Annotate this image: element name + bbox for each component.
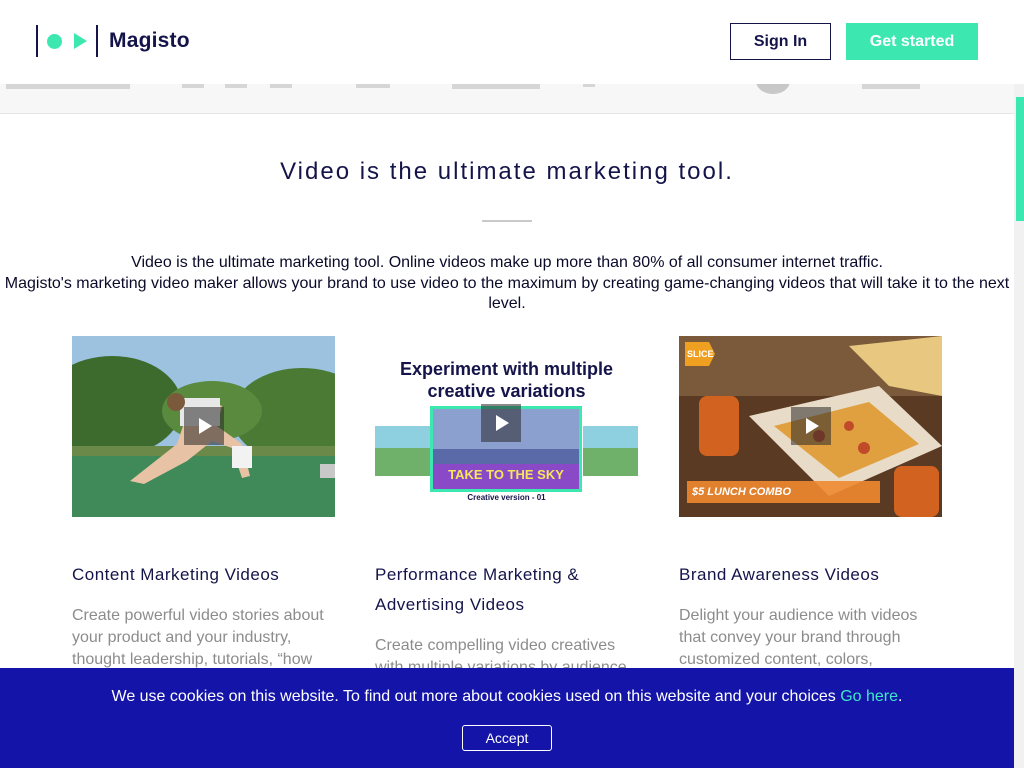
play-icon [199,418,212,434]
thumb-heading: Experiment with multiple creative variat… [399,359,614,401]
card-title: Performance Marketing & Advertising Vide… [375,565,580,614]
thumb-logo: SLICE [687,349,714,359]
play-button[interactable] [184,407,224,445]
card-content-marketing: Content Marketing Videos Create powerful… [72,336,335,671]
thumb-banner: $5 LUNCH COMBO [692,486,792,498]
thumb-caption: Creative version - 01 [467,493,546,502]
site-header: Magisto Sign In Get started [0,0,1024,84]
press-logos-strip [0,84,1024,114]
press-logo [862,84,920,89]
play-button[interactable] [791,407,831,445]
press-logo [182,84,204,88]
card-description: Delight your audience with videos that c… [679,607,918,668]
play-icon [806,418,819,434]
press-logo [6,84,130,89]
press-logo [452,84,540,89]
brand-name: Magisto [109,29,190,52]
card-brand-awareness: SLICE $5 LUNCH COMBO Brand Awareness Vid… [679,336,942,671]
cookie-policy-link[interactable]: Go here [840,688,898,705]
card-performance-marketing: Experiment with multiple creative variat… [375,336,638,679]
sign-in-button[interactable]: Sign In [730,23,831,60]
press-logo [225,84,247,88]
cookie-message: We use cookies on this website. To find … [0,688,1014,706]
intro-line-2: Magisto's marketing video maker allows y… [4,274,1010,313]
play-button[interactable] [481,404,521,442]
press-logo [270,84,292,88]
intro-line-1: Video is the ultimate marketing tool. On… [131,254,883,271]
magisto-logo[interactable]: Magisto [36,24,190,58]
press-logo [356,84,390,88]
video-thumbnail-brand-awareness[interactable]: SLICE $5 LUNCH COMBO [679,336,942,517]
section-title: Video is the ultimate marketing tool. [280,158,734,185]
card-title: Brand Awareness Videos [679,565,880,584]
section-intro: Video is the ultimate marketing tool. On… [0,253,1014,315]
scrollbar-thumb[interactable] [1016,97,1024,221]
cookie-banner: We use cookies on this website. To find … [0,668,1014,768]
logo-play-icon [74,33,87,49]
logo-bar-icon [36,25,38,57]
press-logo [756,84,790,94]
logo-dot-icon [47,33,62,49]
play-icon [496,415,509,431]
accept-cookies-button[interactable]: Accept [462,725,552,751]
title-divider [482,220,532,222]
card-description: Create powerful video stories about your… [72,607,324,668]
get-started-button[interactable]: Get started [846,23,978,60]
logo-bar-icon [96,25,98,57]
cookie-text-end: . [898,688,903,705]
thumb-banner: TAKE TO THE SKY [448,467,564,482]
card-title: Content Marketing Videos [72,565,280,584]
video-thumbnail-content-marketing[interactable] [72,336,335,517]
press-logo [583,84,595,87]
video-thumbnail-performance-marketing[interactable]: Experiment with multiple creative variat… [375,336,638,517]
page-scrollbar[interactable] [1014,84,1024,768]
cookie-text: We use cookies on this website. To find … [111,688,841,705]
